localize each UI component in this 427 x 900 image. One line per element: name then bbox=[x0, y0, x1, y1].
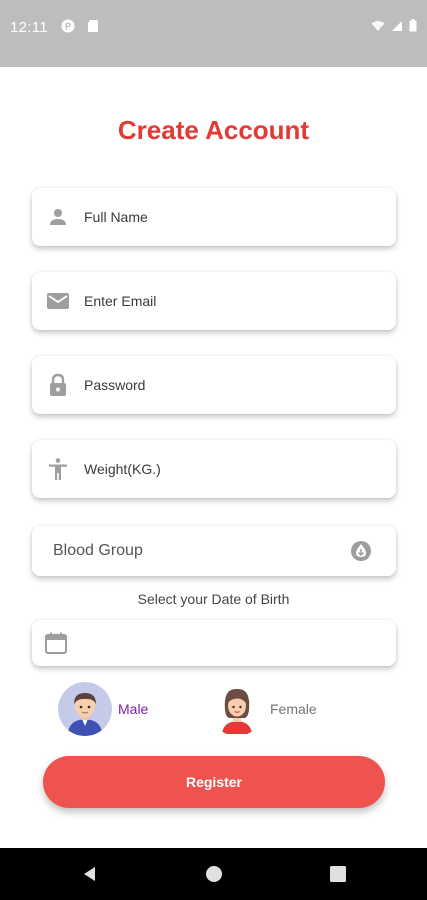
status-bar: 12:11 P bbox=[0, 0, 427, 67]
battery-icon bbox=[409, 19, 417, 32]
back-icon[interactable] bbox=[80, 864, 100, 884]
email-icon bbox=[47, 293, 69, 309]
svg-text:P: P bbox=[65, 22, 71, 32]
email-field[interactable] bbox=[32, 272, 396, 330]
recents-icon[interactable] bbox=[328, 864, 348, 884]
full-name-field[interactable] bbox=[32, 188, 396, 246]
blood-group-select[interactable]: Blood Group bbox=[32, 526, 396, 576]
sd-card-icon bbox=[88, 20, 98, 32]
full-name-input[interactable] bbox=[84, 188, 384, 246]
status-icons bbox=[371, 19, 417, 32]
dob-label: Select your Date of Birth bbox=[137, 591, 290, 607]
person-icon bbox=[50, 209, 66, 225]
status-time: 12:11 bbox=[10, 19, 48, 36]
female-label: Female bbox=[270, 701, 317, 717]
accessibility-icon bbox=[49, 458, 67, 480]
blood-group-label: Blood Group bbox=[53, 542, 143, 559]
calendar-icon[interactable] bbox=[44, 631, 68, 655]
email-input[interactable] bbox=[84, 272, 384, 330]
wifi-icon bbox=[371, 20, 385, 31]
gender-female-option[interactable]: Female bbox=[210, 682, 317, 736]
page-title: Create Account bbox=[117, 115, 310, 145]
male-label: Male bbox=[118, 701, 149, 717]
gender-male-option[interactable]: Male bbox=[58, 682, 148, 736]
signal-icon bbox=[392, 20, 402, 31]
weight-input[interactable] bbox=[84, 440, 384, 498]
female-avatar[interactable] bbox=[210, 682, 264, 736]
lock-icon bbox=[50, 373, 66, 396]
weight-field[interactable] bbox=[32, 440, 396, 498]
home-icon[interactable] bbox=[204, 864, 224, 884]
blood-drop-icon[interactable] bbox=[350, 540, 372, 562]
notification-icon: P bbox=[61, 19, 75, 33]
register-button[interactable]: Register bbox=[43, 756, 385, 808]
password-input[interactable] bbox=[84, 356, 384, 414]
dob-picker[interactable] bbox=[32, 620, 396, 666]
password-field[interactable] bbox=[32, 356, 396, 414]
navigation-bar bbox=[0, 848, 427, 900]
male-avatar[interactable] bbox=[58, 682, 112, 736]
